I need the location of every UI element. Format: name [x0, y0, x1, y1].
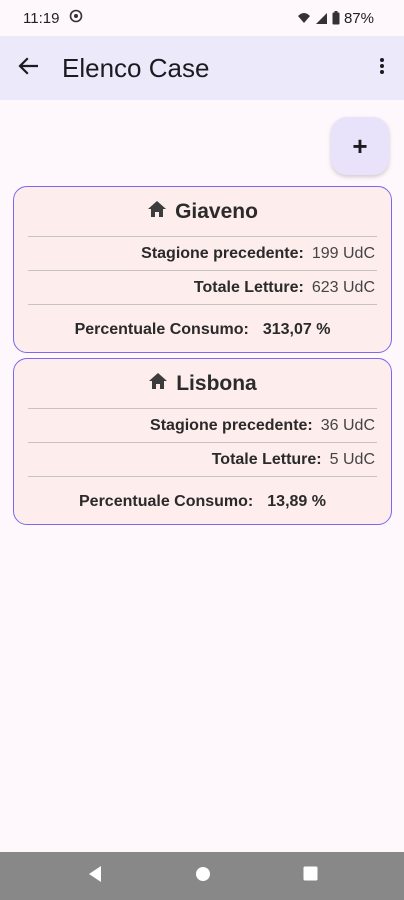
total-readings-value: 5 UdC [329, 450, 375, 468]
total-readings-label: Totale Letture: [211, 450, 322, 468]
add-house-button[interactable]: + [331, 117, 389, 175]
total-readings-value: 623 UdC [311, 278, 375, 296]
home-icon [148, 372, 168, 395]
previous-season-label: Stagione precedente: [141, 244, 304, 262]
nav-home-icon[interactable] [195, 866, 211, 887]
consumption-row: Percentuale Consumo: 13,89 % [28, 477, 377, 526]
card-header: Lisbona [28, 359, 377, 409]
system-nav-bar [0, 852, 404, 900]
house-card-lisbona[interactable]: Lisbona Stagione precedente: 36 UdC Tota… [13, 358, 392, 525]
sync-icon [69, 9, 83, 27]
overflow-menu-button[interactable] [360, 36, 404, 100]
status-left: 11:19 [23, 9, 83, 27]
house-name: Giaveno [175, 199, 258, 223]
status-right: 87% [297, 10, 374, 27]
battery-icon [332, 11, 340, 25]
more-vert-icon [379, 57, 385, 80]
battery-percent: 87% [343, 9, 374, 27]
back-button[interactable] [0, 36, 56, 100]
consumption-value: 13,89 % [267, 492, 326, 510]
total-readings-label: Totale Letture: [193, 278, 304, 296]
house-card-giaveno[interactable]: Giaveno Stagione precedente: 199 UdC Tot… [13, 186, 392, 353]
consumption-label: Percentuale Consumo: [79, 492, 254, 510]
nav-back-icon[interactable] [87, 865, 103, 888]
consumption-label: Percentuale Consumo: [74, 320, 249, 338]
arrow-back-icon [18, 56, 39, 80]
card-header: Giaveno [28, 187, 377, 237]
previous-season-value: 199 UdC [311, 244, 375, 262]
add-icon: + [352, 130, 368, 161]
house-name: Lisbona [176, 371, 257, 395]
page-title: Elenco Case [62, 52, 210, 83]
status-bar: 11:19 87% [0, 0, 404, 36]
previous-season-label: Stagione precedente: [150, 416, 313, 434]
total-readings-row: Totale Letture: 623 UdC [28, 271, 377, 305]
consumption-value: 313,07 % [262, 320, 331, 338]
screen: 11:19 87% Elenco Case + Giaveno Stagione… [0, 0, 404, 900]
wifi-icon [297, 11, 311, 25]
app-bar: Elenco Case [0, 36, 404, 100]
total-readings-row: Totale Letture: 5 UdC [28, 443, 377, 477]
nav-recents-icon[interactable] [303, 866, 318, 886]
consumption-row: Percentuale Consumo: 313,07 % [28, 305, 377, 354]
previous-season-row: Stagione precedente: 36 UdC [28, 409, 377, 443]
home-icon [147, 200, 167, 223]
signal-icon [315, 12, 328, 25]
previous-season-value: 36 UdC [320, 416, 375, 434]
previous-season-row: Stagione precedente: 199 UdC [28, 237, 377, 271]
status-time: 11:19 [23, 9, 60, 27]
